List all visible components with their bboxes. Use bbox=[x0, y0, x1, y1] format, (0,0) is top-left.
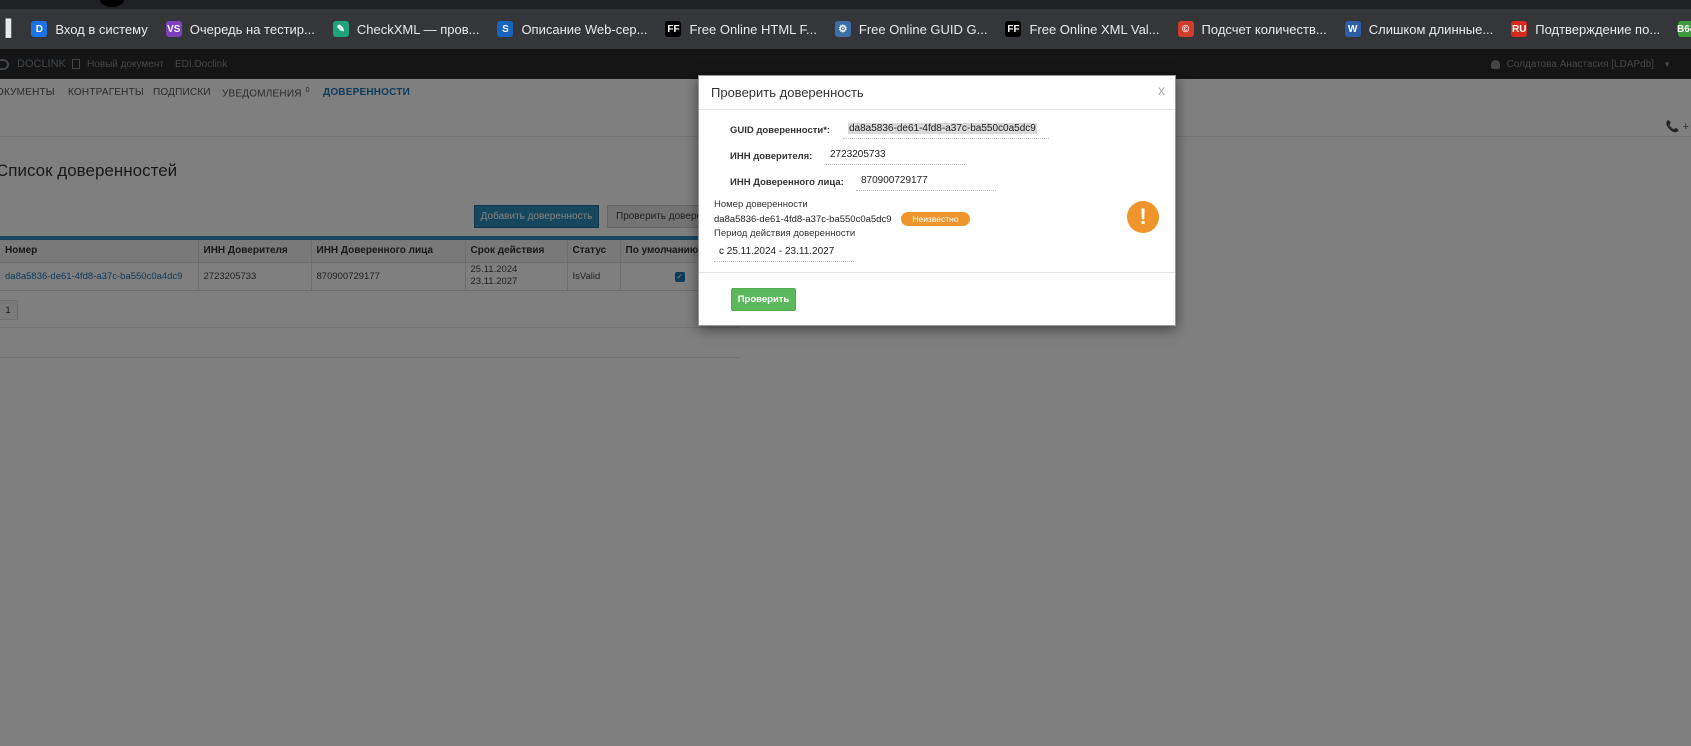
verify-button[interactable]: Проверить bbox=[731, 288, 796, 311]
bookmark-favicon-icon: RU bbox=[1511, 21, 1528, 37]
bookmark-item[interactable]: W Слишком длинные... bbox=[1344, 9, 1494, 49]
bookmark-favicon-icon: B64 bbox=[1677, 21, 1691, 37]
bookmark-favicon-icon: S bbox=[497, 21, 514, 37]
warning-icon: ! bbox=[1127, 201, 1159, 233]
profile-dot bbox=[100, 0, 124, 7]
inn-trustee-label: ИНН Доверенного лица: bbox=[730, 177, 844, 188]
browser-top-strip bbox=[0, 0, 1691, 9]
apps-icon[interactable]: ▐ bbox=[0, 9, 11, 49]
bookmark-label: Free Online HTML F... bbox=[689, 21, 817, 37]
bookmark-favicon-icon: ⚙ bbox=[834, 21, 851, 37]
bookmarks-bar: ▐ D Вход в систему VS Очередь на тестир... ✎… bbox=[0, 9, 1691, 49]
bookmark-label: Очередь на тестир... bbox=[189, 21, 315, 37]
number-value: da8a5836-de61-4fd8-a37c-ba550c0a5dc9 bbox=[714, 214, 892, 225]
guid-label: GUID доверенности*: bbox=[730, 125, 831, 136]
bookmark-label: Free Online GUID G... bbox=[858, 21, 988, 37]
bookmark-item[interactable]: RU Подтверждение по... bbox=[1511, 9, 1660, 49]
period-value: с 25.11.2024 - 23.11.2027 bbox=[714, 246, 854, 262]
bookmark-favicon-icon: FF bbox=[665, 21, 682, 37]
guid-value: da8a5836-de61-4fd8-a37c-ba550c0a5dc9 bbox=[848, 123, 1037, 134]
inn-principal-label: ИНН доверителя: bbox=[730, 151, 813, 162]
bookmark-item[interactable]: ⚙ Free Online GUID G... bbox=[834, 9, 988, 49]
bookmark-item[interactable]: VS Очередь на тестир... bbox=[165, 9, 315, 49]
guid-input[interactable]: da8a5836-de61-4fd8-a37c-ba550c0a5dc9 bbox=[843, 123, 1049, 139]
bookmark-item[interactable]: D Вход в систему bbox=[31, 9, 148, 49]
bookmark-favicon-icon: VS bbox=[165, 21, 182, 37]
bookmark-label: Free Online XML Val... bbox=[1029, 21, 1160, 37]
inn-trustee-input[interactable]: 870900729177 bbox=[856, 175, 996, 191]
bookmark-favicon-icon: W bbox=[1344, 21, 1361, 37]
bookmark-label: Подсчет количеств... bbox=[1201, 21, 1327, 37]
bookmark-favicon-icon: © bbox=[1177, 21, 1194, 37]
bookmark-label: Подтверждение по... bbox=[1535, 21, 1661, 37]
close-icon[interactable]: x bbox=[1158, 82, 1165, 98]
bookmark-item[interactable]: © Подсчет количеств... bbox=[1177, 9, 1327, 49]
bookmark-item[interactable]: FF Free Online XML Val... bbox=[1005, 9, 1160, 49]
bookmark-item[interactable]: FF Free Online HTML F... bbox=[665, 9, 817, 49]
bookmark-favicon-icon: FF bbox=[1005, 21, 1022, 37]
bookmark-favicon-icon: D bbox=[31, 21, 48, 37]
bookmark-item[interactable]: S Описание Web-сер... bbox=[497, 9, 647, 49]
bookmark-item[interactable]: ✎ CheckXML — пров... bbox=[332, 9, 480, 49]
bookmark-label: Слишком длинные... bbox=[1368, 21, 1494, 37]
bookmark-label: Описание Web-сер... bbox=[521, 21, 648, 37]
bookmark-label: CheckXML — пров... bbox=[356, 21, 480, 37]
bookmark-favicon-icon: ✎ bbox=[332, 21, 349, 37]
status-badge: Неизвестно bbox=[901, 212, 970, 226]
inn-principal-input[interactable]: 2723205733 bbox=[825, 149, 965, 165]
check-power-modal: Проверить доверенность x GUID довереннос… bbox=[698, 75, 1176, 326]
modal-header: Проверить доверенность x bbox=[699, 76, 1175, 110]
period-label: Период действия доверенности bbox=[714, 228, 856, 239]
modal-title: Проверить доверенность bbox=[711, 85, 864, 100]
modal-footer-divider bbox=[699, 272, 1175, 273]
bookmark-label: Вход в систему bbox=[55, 21, 148, 37]
bookmark-item[interactable]: B64Base64 Decode and... bbox=[1677, 9, 1691, 49]
number-label: Номер доверенности bbox=[714, 199, 808, 210]
